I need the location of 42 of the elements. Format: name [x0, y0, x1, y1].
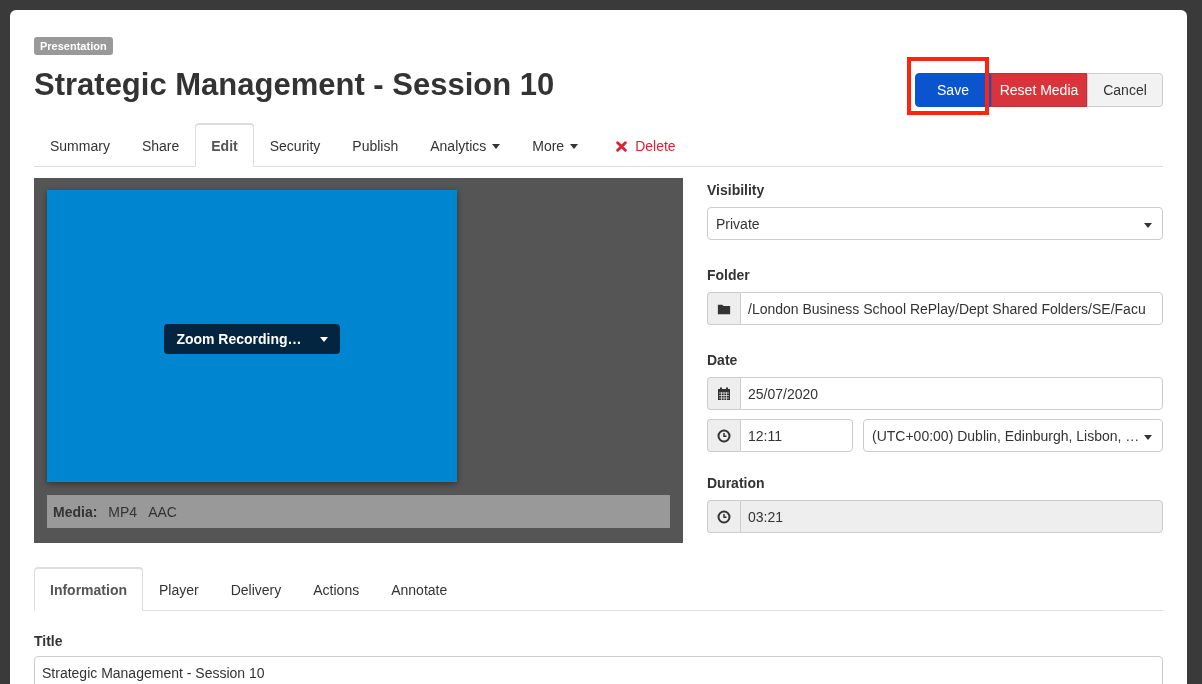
section-tab[interactable]: Actions [297, 568, 376, 611]
caret-icon [492, 143, 501, 149]
visibility-select[interactable]: Private [707, 207, 1163, 240]
nav-tab[interactable]: Share [125, 124, 196, 167]
section-tab[interactable]: Player [143, 568, 215, 611]
nav-tab[interactable]: Analytics [414, 124, 517, 167]
title-field[interactable]: Strategic Management - Session 10 [34, 656, 1163, 684]
field-label: Visibility [707, 182, 766, 198]
reset-button[interactable]: Reset Media [991, 73, 1087, 107]
clock-icon [717, 509, 731, 524]
calendar-icon [717, 386, 731, 401]
delete-link[interactable]: Delete [600, 124, 692, 167]
clock-icon [717, 428, 731, 443]
caret-icon [1144, 435, 1152, 440]
caret-icon [319, 336, 328, 342]
nav-tab[interactable]: Summary [34, 124, 126, 167]
save-button[interactable]: Save [915, 73, 991, 107]
timezone-select[interactable]: (UTC+00:00) Dublin, Edinburgh, Lisbon, … [863, 419, 1163, 452]
type-badge: Presentation [34, 37, 113, 55]
cancel-button[interactable]: Cancel [1087, 73, 1163, 107]
section-tab[interactable]: Annotate [375, 568, 464, 611]
field-label: Date [707, 352, 739, 368]
field-label: Duration [707, 475, 766, 491]
section-tab[interactable]: Delivery [214, 568, 298, 611]
field-label: Folder [707, 267, 751, 283]
media-label: Media: [53, 503, 98, 520]
caret-icon [1144, 223, 1152, 228]
nav-tab[interactable]: Publish [336, 124, 415, 167]
time-field[interactable]: 12:11 [740, 419, 853, 452]
page-title: Strategic Management - Session 10 [34, 67, 555, 103]
close-icon [616, 140, 628, 152]
date-field[interactable]: 25/07/2020 [740, 377, 1163, 410]
media-format: MP4 [108, 503, 138, 520]
field-label: Title [34, 633, 64, 649]
folder-field[interactable]: /London Business School RePlay/Dept Shared Folders/SE/Facu [740, 292, 1163, 325]
caret-icon [570, 143, 579, 149]
section-tab[interactable]: Information [34, 568, 143, 611]
source-dropdown[interactable]: Zoom Recording… [164, 324, 340, 354]
nav-tab[interactable]: Security [253, 124, 337, 167]
nav-tab[interactable]: More [516, 124, 595, 167]
nav-tab[interactable]: Edit [195, 124, 254, 167]
media-format: AAC [148, 503, 177, 520]
